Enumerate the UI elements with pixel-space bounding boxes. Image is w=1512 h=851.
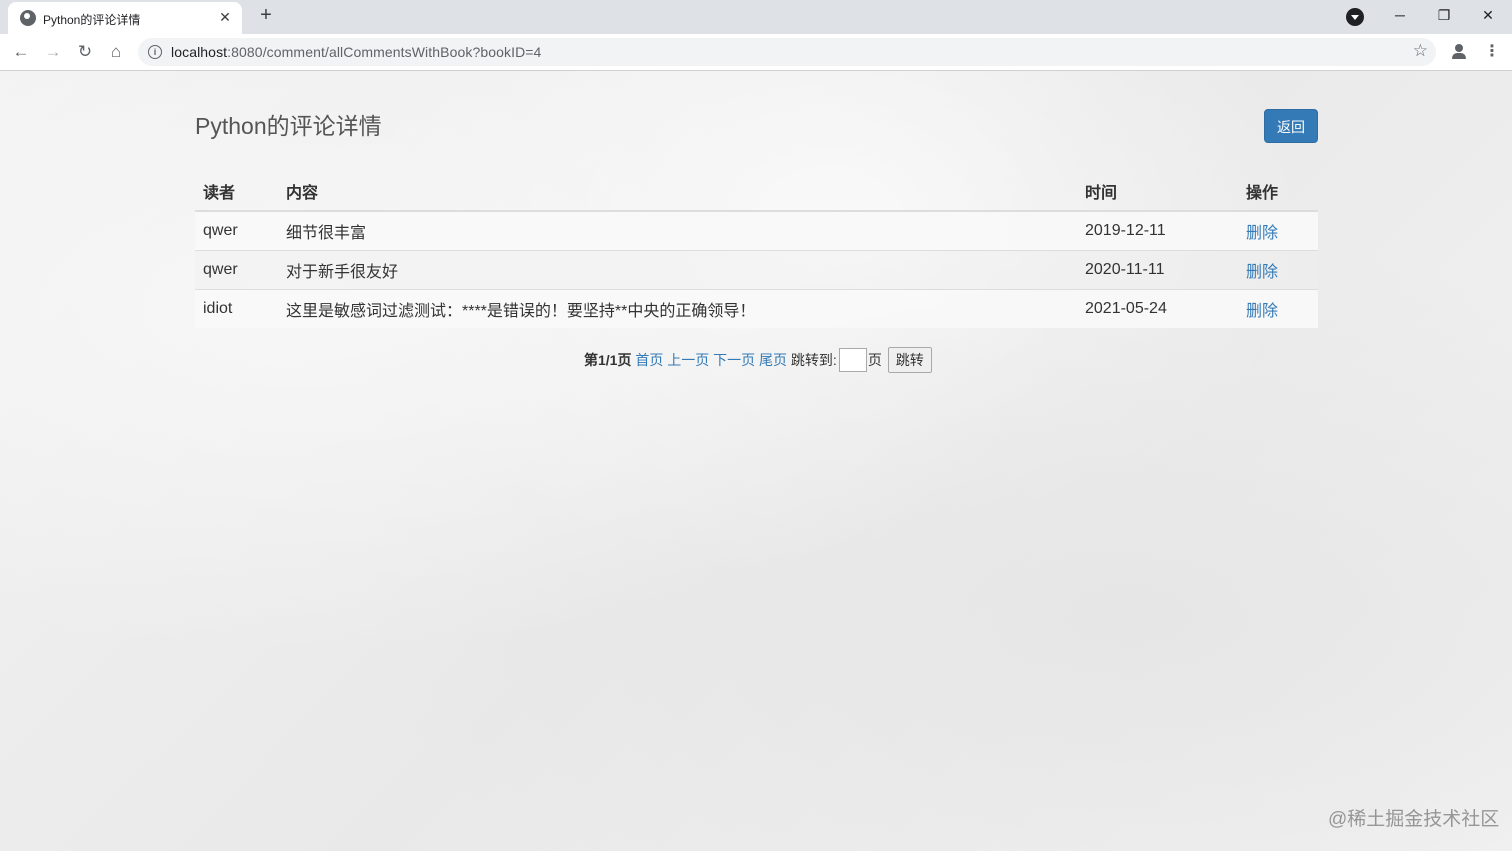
- current-page: 第1/1页: [584, 352, 632, 368]
- header-action: 操作: [1238, 171, 1318, 212]
- arrow-left-icon[interactable]: ←: [10, 41, 32, 63]
- account-icon[interactable]: [1450, 41, 1468, 63]
- prev-page-link[interactable]: 上一页: [667, 352, 709, 368]
- restore-button[interactable]: ❐: [1422, 0, 1466, 30]
- table-row: idiot 这里是敏感词过滤测试：****是错误的！要坚持**中央的正确领导！ …: [195, 289, 1318, 328]
- media-control-icon[interactable]: [1346, 8, 1364, 26]
- account-head-shape: [1455, 44, 1463, 52]
- tab-title: Python的评论详情: [43, 13, 141, 27]
- close-tab-icon[interactable]: ✕: [216, 8, 234, 26]
- table-header-row: 读者 内容 时间 操作: [195, 171, 1318, 212]
- jump-page-input[interactable]: [838, 348, 867, 372]
- content-cell: 对于新手很友好: [278, 250, 1077, 290]
- delete-link[interactable]: 删除: [1246, 303, 1278, 320]
- watermark: @稀土掘金技术社区: [1328, 809, 1500, 830]
- url-text[interactable]: localhost:8080/comment/allCommentsWithBo…: [171, 44, 541, 60]
- arrow-right-icon[interactable]: →: [42, 41, 64, 63]
- time-cell: 2020-11-11: [1077, 250, 1238, 290]
- info-icon[interactable]: i: [148, 45, 162, 59]
- content-cell: 细节很丰富: [278, 210, 1077, 251]
- time-cell: 2019-12-11: [1077, 210, 1238, 251]
- account-body-shape: [1452, 53, 1466, 59]
- browser-tab-strip: Python的评论详情 ✕ + ─ ❐ ✕: [0, 0, 1512, 34]
- page-title: Python的评论详情: [195, 113, 382, 139]
- back-button[interactable]: 返回: [1264, 109, 1318, 143]
- time-cell: 2021-05-24: [1077, 289, 1238, 328]
- pagination: 第1/1页 首页 上一页 下一页 尾页 跳转到: 页 跳转: [584, 347, 932, 373]
- reader-cell: idiot: [195, 289, 278, 328]
- action-cell: 删除: [1238, 250, 1318, 290]
- reader-cell: qwer: [195, 250, 278, 290]
- address-bar[interactable]: i localhost:8080/comment/allCommentsWith…: [138, 38, 1436, 66]
- browser-tab[interactable]: Python的评论详情 ✕: [8, 2, 242, 34]
- page-unit-label: 页: [867, 352, 882, 368]
- home-icon[interactable]: ⌂: [105, 41, 127, 63]
- delete-link[interactable]: 删除: [1246, 264, 1278, 281]
- minimize-button[interactable]: ─: [1378, 0, 1422, 30]
- jump-label: 跳转到:: [790, 352, 837, 368]
- kebab-menu-icon[interactable]: ⋮: [1484, 41, 1500, 63]
- header-content: 内容: [278, 171, 1077, 212]
- new-tab-button[interactable]: +: [254, 4, 278, 28]
- reload-icon[interactable]: ↻: [74, 41, 96, 63]
- url-host: localhost: [171, 44, 228, 60]
- comments-table: 读者 内容 时间 操作 qwer 细节很丰富 2019-12-11 删除 qwe…: [195, 171, 1318, 328]
- header-reader: 读者: [195, 171, 278, 212]
- url-path: :8080/comment/allCommentsWithBook?bookID…: [227, 44, 542, 60]
- reader-cell: qwer: [195, 210, 278, 251]
- action-cell: 删除: [1238, 210, 1318, 251]
- jump-button[interactable]: 跳转: [887, 347, 932, 373]
- next-page-link[interactable]: 下一页: [713, 352, 755, 368]
- close-window-button[interactable]: ✕: [1466, 0, 1510, 30]
- page-content: Python的评论详情 返回 读者 内容 时间 操作 qwer 细节很丰富 20…: [0, 71, 1512, 851]
- header-time: 时间: [1077, 171, 1238, 212]
- browser-toolbar: ← → ↻ ⌂ i localhost:8080/comment/allComm…: [0, 34, 1512, 71]
- first-page-link[interactable]: 首页: [635, 352, 663, 368]
- globe-icon: [20, 10, 36, 26]
- table-row: qwer 细节很丰富 2019-12-11 删除: [195, 210, 1318, 251]
- table-row: qwer 对于新手很友好 2020-11-11 删除: [195, 250, 1318, 290]
- bookmark-star-icon[interactable]: ☆: [1413, 41, 1428, 61]
- last-page-link[interactable]: 尾页: [759, 352, 787, 368]
- delete-link[interactable]: 删除: [1246, 225, 1278, 242]
- action-cell: 删除: [1238, 289, 1318, 328]
- content-cell: 这里是敏感词过滤测试：****是错误的！要坚持**中央的正确领导！: [278, 289, 1077, 328]
